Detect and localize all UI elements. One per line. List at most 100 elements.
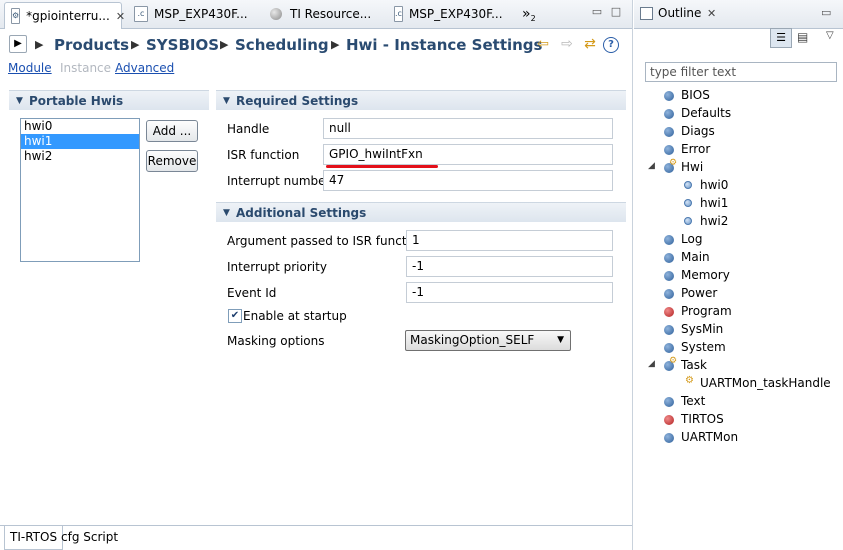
module-icon — [664, 433, 674, 443]
remove-button[interactable]: Remove — [146, 150, 198, 172]
advanced-link[interactable]: Advanced — [115, 61, 174, 75]
breadcrumb-scheduling[interactable]: Scheduling — [235, 36, 329, 54]
section-title: Additional Settings — [236, 206, 367, 220]
breadcrumb-sysbios[interactable]: SYSBIOS — [146, 36, 219, 54]
expanded-triangle-icon[interactable]: ◢ — [648, 161, 655, 171]
breadcrumb-hwi-instance[interactable]: Hwi - Instance Settings — [346, 36, 542, 54]
outline-filter-input[interactable]: type filter text — [645, 62, 837, 82]
outline-item-hwi1[interactable]: hwi1 — [700, 196, 728, 210]
view-menu-icon[interactable]: ▽ — [826, 30, 834, 41]
isr-argument-field[interactable]: 1 — [406, 230, 613, 251]
forward-arrow-icon[interactable]: ⇨ — [558, 35, 576, 53]
isr-function-field[interactable]: GPIO_hwiIntFxn — [323, 144, 613, 165]
outline-item-error[interactable]: Error — [681, 142, 710, 156]
list-view-icon[interactable]: ☰ — [770, 28, 792, 48]
tab-cfg-script[interactable]: cfg Script — [56, 526, 123, 550]
module-icon — [664, 235, 674, 245]
close-icon[interactable]: ✕ — [707, 7, 716, 20]
enable-at-startup-checkbox[interactable]: ✔ — [228, 309, 242, 323]
interrupt-number-label: Interrupt number — [227, 174, 331, 188]
tab-ti-resource[interactable]: TI Resource... — [264, 2, 384, 26]
collapse-triangle-icon: ▼ — [223, 208, 230, 218]
outline-item-defaults[interactable]: Defaults — [681, 106, 731, 120]
overflow-count: 2 — [530, 13, 536, 23]
breadcrumb-separator-icon: ▶ — [220, 38, 229, 51]
portable-hwis-header[interactable]: ▼ Portable Hwis — [9, 90, 209, 110]
module-icon — [664, 343, 674, 353]
module-link[interactable]: Module — [8, 61, 52, 75]
isr-function-label: ISR function — [227, 148, 300, 162]
list-item[interactable]: hwi0 — [21, 119, 139, 134]
outline-item-power[interactable]: Power — [681, 286, 717, 300]
back-arrow-icon[interactable]: ⇦ — [534, 35, 552, 53]
collapse-triangle-icon: ▼ — [16, 96, 23, 106]
interrupt-priority-label: Interrupt priority — [227, 260, 327, 274]
help-icon[interactable]: ? — [603, 37, 619, 53]
minimize-icon[interactable]: ▭ — [821, 6, 831, 19]
tree-view-icon[interactable]: ▤ — [797, 30, 808, 44]
masking-options-select[interactable]: MaskingOption_SELF ▼ — [405, 330, 571, 351]
module-icon — [664, 325, 674, 335]
module-icon — [664, 145, 674, 155]
collapse-triangle-icon: ▼ — [223, 96, 230, 106]
tab-overflow-button[interactable]: » 2 — [522, 2, 548, 26]
list-item-selected[interactable]: hwi1 — [21, 134, 139, 149]
event-id-field[interactable]: -1 — [406, 282, 613, 303]
outline-item-log[interactable]: Log — [681, 232, 702, 246]
module-icon — [664, 271, 674, 281]
enable-at-startup-label: Enable at startup — [243, 309, 347, 323]
event-id-label: Event Id — [227, 286, 277, 300]
sync-icon[interactable]: ⇄ — [581, 35, 599, 53]
module-icon — [664, 397, 674, 407]
editor-tab-bar: ⚙ *gpiointerru... ✕ .c MSP_EXP430F... TI… — [0, 0, 632, 29]
tab-label: *gpiointerru... — [26, 9, 110, 23]
tab-gpiointerrupt[interactable]: ⚙ *gpiointerru... ✕ — [4, 2, 125, 29]
expanded-triangle-icon[interactable]: ◢ — [648, 359, 655, 369]
module-error-icon — [664, 415, 674, 425]
c-file-icon: .c — [394, 6, 403, 22]
expand-arrow-icon[interactable]: ▶ — [9, 35, 27, 53]
breadcrumb-separator-icon: ▶ — [35, 38, 44, 51]
outline-item-hwi0[interactable]: hwi0 — [700, 178, 728, 192]
outline-item-tirtos[interactable]: TIRTOS — [681, 412, 724, 426]
interrupt-priority-field[interactable]: -1 — [406, 256, 613, 277]
maximize-icon[interactable]: □ — [609, 6, 623, 18]
handle-field[interactable]: null — [323, 118, 613, 139]
close-icon[interactable]: ✕ — [116, 10, 125, 23]
breadcrumb-products[interactable]: Products — [54, 36, 129, 54]
list-item[interactable]: hwi2 — [21, 149, 139, 164]
tab-msp-exp430-1[interactable]: .c MSP_EXP430F... — [128, 2, 258, 26]
outline-item-bios[interactable]: BIOS — [681, 88, 710, 102]
section-title: Required Settings — [236, 94, 359, 108]
required-settings-header[interactable]: ▼ Required Settings — [216, 90, 626, 110]
outline-item-diags[interactable]: Diags — [681, 124, 715, 138]
outline-item-program[interactable]: Program — [681, 304, 732, 318]
hwi-list[interactable]: hwi0 hwi1 hwi2 — [20, 118, 140, 262]
module-icon — [664, 127, 674, 137]
outline-item-text[interactable]: Text — [681, 394, 705, 408]
outline-item-sysmin[interactable]: SysMin — [681, 322, 723, 336]
additional-settings-header[interactable]: ▼ Additional Settings — [216, 202, 626, 222]
tab-label: TI Resource... — [290, 7, 372, 21]
outline-item-hwi[interactable]: Hwi — [681, 160, 703, 174]
outline-header: Outline ✕ ▭ — [634, 0, 843, 29]
instance-object-icon: ⚙ — [685, 375, 694, 386]
outline-item-memory[interactable]: Memory — [681, 268, 730, 282]
outline-item-main[interactable]: Main — [681, 250, 710, 264]
object-badge-icon: ⚙ — [669, 356, 678, 366]
add-button[interactable]: Add ... — [146, 120, 198, 142]
tab-msp-exp430-2[interactable]: .c MSP_EXP430F... — [388, 2, 508, 26]
outline-item-hwi2[interactable]: hwi2 — [700, 214, 728, 228]
instance-icon — [684, 199, 692, 207]
filter-placeholder: type filter text — [650, 65, 737, 79]
interrupt-number-field[interactable]: 47 — [323, 170, 613, 191]
minimize-icon[interactable]: ▭ — [590, 6, 604, 18]
tab-ti-rtos[interactable]: TI-RTOS — [4, 526, 64, 550]
outline-item-system[interactable]: System — [681, 340, 726, 354]
outline-item-uartmon-taskhandle[interactable]: UARTMon_taskHandle — [700, 376, 831, 390]
module-icon — [664, 289, 674, 299]
outline-item-task[interactable]: Task — [681, 358, 707, 372]
outline-title: Outline — [658, 6, 702, 20]
breadcrumb-separator-icon: ▶ — [131, 38, 140, 51]
outline-item-uartmon[interactable]: UARTMon — [681, 430, 738, 444]
